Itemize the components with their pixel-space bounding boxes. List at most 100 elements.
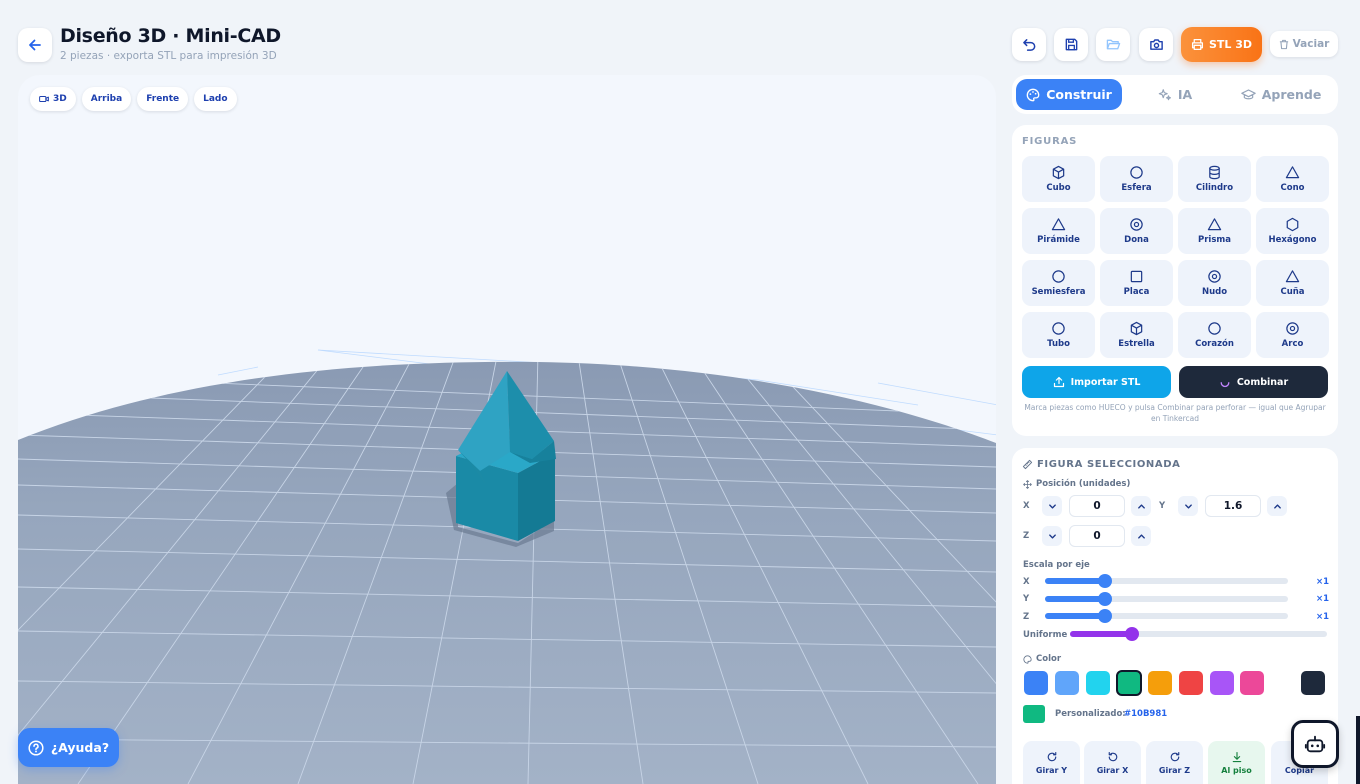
- triangle-icon: [1285, 270, 1300, 283]
- view-side-label: Lado: [203, 94, 228, 104]
- top-bar: Diseño 3D · Mini-CAD 2 piezas · exporta …: [0, 0, 1360, 72]
- color-swatch[interactable]: [1148, 671, 1172, 695]
- tab-ia[interactable]: IA: [1122, 79, 1228, 110]
- circle-icon: [1052, 322, 1065, 335]
- tab-ia-label: IA: [1177, 87, 1193, 102]
- import-stl-button[interactable]: Importar STL: [1022, 366, 1171, 398]
- scale-z-slider[interactable]: [1045, 609, 1288, 623]
- screenshot-button[interactable]: [1139, 28, 1173, 61]
- help-button[interactable]: ¿Ayuda?: [18, 728, 119, 767]
- scale-y-slider[interactable]: [1045, 592, 1288, 606]
- figure-arch-button[interactable]: Arco: [1256, 312, 1329, 358]
- rotate-y-button[interactable]: Girar Y: [1023, 741, 1080, 784]
- clear-button[interactable]: Vaciar: [1270, 31, 1338, 57]
- view-side-button[interactable]: Lado: [194, 87, 237, 111]
- figure-plate-button[interactable]: Placa: [1100, 260, 1173, 306]
- back-button[interactable]: [18, 28, 52, 62]
- square-icon: [1130, 270, 1143, 283]
- figure-wedge-button[interactable]: Cuña: [1256, 260, 1329, 306]
- torus-icon: [1208, 270, 1221, 283]
- figure-label: Cilindro: [1195, 183, 1234, 193]
- uniform-scale-knob[interactable]: [1125, 627, 1139, 641]
- pos-x-input[interactable]: 0: [1069, 495, 1125, 517]
- color-swatch[interactable]: [1055, 671, 1079, 695]
- drop-to-floor-button[interactable]: Al piso: [1208, 741, 1265, 784]
- panel-tabs: Construir IA Aprende: [1012, 75, 1338, 114]
- help-circle-icon: [28, 739, 44, 756]
- triangle-icon: [1051, 218, 1066, 231]
- circle-icon: [1130, 166, 1143, 179]
- pos-z-increment[interactable]: [1131, 526, 1151, 546]
- drop-to-floor-label: Al piso: [1221, 765, 1252, 775]
- scale-x-value: ×1: [1316, 577, 1330, 587]
- view-front-button[interactable]: Frente: [137, 87, 189, 111]
- scene-canvas[interactable]: [18, 75, 996, 784]
- color-swatch[interactable]: [1116, 670, 1142, 696]
- color-swatch[interactable]: [1179, 671, 1203, 695]
- undo-button[interactable]: [1012, 28, 1046, 61]
- pos-y-input[interactable]: 1.6: [1205, 495, 1261, 517]
- pos-y-decrement[interactable]: [1178, 496, 1198, 516]
- figure-cone-button[interactable]: Cono: [1256, 156, 1329, 202]
- figure-knot-button[interactable]: Nudo: [1178, 260, 1251, 306]
- scale-x-knob[interactable]: [1098, 574, 1112, 588]
- figure-hexagon-button[interactable]: Hexágono: [1256, 208, 1329, 254]
- tab-construir[interactable]: Construir: [1016, 79, 1122, 110]
- arrow-left-icon: [29, 39, 41, 51]
- custom-color-value[interactable]: #10B981: [1124, 709, 1167, 719]
- pos-z-input[interactable]: 0: [1069, 525, 1125, 547]
- chevron-down-icon: [1184, 503, 1192, 509]
- color-swatch[interactable]: [1210, 671, 1234, 695]
- combine-hint: Marca piezas como HUECO y pulsa Combinar…: [1024, 403, 1326, 423]
- scale-x-slider[interactable]: [1045, 574, 1288, 588]
- figure-label: Nudo: [1201, 287, 1228, 297]
- scale-label: Escala por eje: [1023, 560, 1090, 570]
- scale-z-label: Z: [1023, 612, 1030, 622]
- help-label: ¿Ayuda?: [50, 740, 110, 755]
- figure-sphere-button[interactable]: Esfera: [1100, 156, 1173, 202]
- figure-tube-button[interactable]: Tubo: [1022, 312, 1095, 358]
- figure-cube-button[interactable]: Cubo: [1022, 156, 1095, 202]
- color-swatch[interactable]: [1086, 671, 1110, 695]
- export-stl-button[interactable]: STL 3D: [1181, 27, 1262, 62]
- rotate-z-button[interactable]: Girar Z: [1146, 741, 1203, 784]
- save-button[interactable]: [1054, 28, 1088, 61]
- figure-pyramid-button[interactable]: Pirámide: [1022, 208, 1095, 254]
- combine-button[interactable]: Combinar: [1179, 366, 1328, 398]
- tab-construir-label: Construir: [1046, 87, 1112, 102]
- figure-star-button[interactable]: Estrella: [1100, 312, 1173, 358]
- view-3d-button[interactable]: 3D: [30, 87, 76, 111]
- pos-x-decrement[interactable]: [1042, 496, 1062, 516]
- figure-hemisphere-button[interactable]: Semiesfera: [1022, 260, 1095, 306]
- tab-aprende[interactable]: Aprende: [1228, 79, 1334, 110]
- custom-color-swatch[interactable]: [1023, 705, 1045, 723]
- view-top-button[interactable]: Arriba: [81, 87, 132, 111]
- figure-label: Cubo: [1046, 183, 1071, 193]
- uniform-scale-slider[interactable]: [1070, 627, 1327, 641]
- figure-label: Estrella: [1118, 339, 1155, 349]
- figure-label: Cuña: [1280, 287, 1305, 297]
- 3d-viewport[interactable]: 3D Arriba Frente Lado: [18, 75, 996, 784]
- figure-cylinder-button[interactable]: Cilindro: [1178, 156, 1251, 202]
- scale-y-knob[interactable]: [1098, 592, 1112, 606]
- selected-heading-text: FIGURA SELECCIONADA: [1037, 459, 1181, 470]
- scale-x-label: X: [1023, 577, 1030, 587]
- figure-torus-button[interactable]: Dona: [1100, 208, 1173, 254]
- scale-z-knob[interactable]: [1098, 609, 1112, 623]
- pos-z-decrement[interactable]: [1042, 526, 1062, 546]
- open-button[interactable]: [1096, 28, 1130, 61]
- graduation-cap-icon: [1240, 88, 1256, 99]
- torus-icon: [1286, 322, 1299, 335]
- pos-y-increment[interactable]: [1267, 496, 1287, 516]
- figure-label: Dona: [1124, 235, 1149, 245]
- view-top-label: Arriba: [90, 94, 123, 104]
- figure-prism-button[interactable]: Prisma: [1178, 208, 1251, 254]
- color-swatch[interactable]: [1301, 671, 1325, 695]
- assistant-bot-button[interactable]: [1291, 720, 1339, 768]
- pos-x-increment[interactable]: [1131, 496, 1151, 516]
- figure-heart-button[interactable]: Corazón: [1178, 312, 1251, 358]
- color-swatch[interactable]: [1240, 671, 1264, 695]
- rotate-x-button[interactable]: Girar X: [1084, 741, 1141, 784]
- color-swatch[interactable]: [1024, 671, 1048, 695]
- figures-panel: FIGURAS Cubo Esfera Cilindro Cono Pirámi…: [1012, 125, 1338, 436]
